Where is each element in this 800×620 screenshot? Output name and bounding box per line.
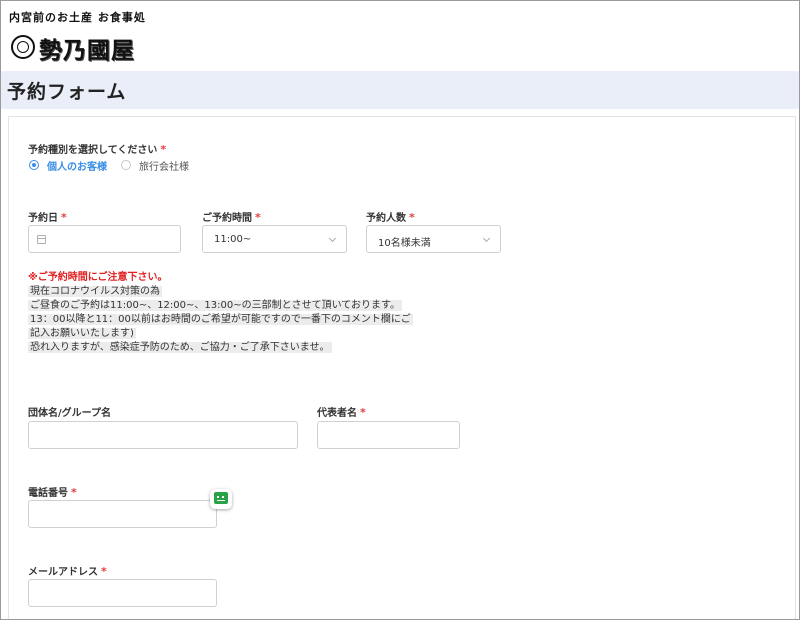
chevron-down-icon bbox=[482, 234, 491, 243]
time-label: ご予約時間 * bbox=[202, 211, 261, 224]
time-select[interactable]: 11:00~ bbox=[202, 225, 347, 253]
email-label: メールアドレス * bbox=[28, 565, 107, 578]
radio-individual[interactable] bbox=[29, 160, 39, 170]
email-input[interactable] bbox=[28, 579, 217, 607]
notice-line: 13：00以降と11：00以前はお時間のご希望が可能ですので一番下のコメント欄に… bbox=[28, 314, 413, 325]
party-size-label: 予約人数 * bbox=[366, 211, 415, 224]
autofill-icon[interactable] bbox=[210, 489, 232, 509]
group-name-input[interactable] bbox=[28, 421, 298, 449]
logo-seal-icon bbox=[11, 35, 35, 59]
page-title: 予約フォーム bbox=[7, 81, 127, 103]
calendar-icon bbox=[37, 235, 46, 244]
logo-shop-name: 勢乃國屋 bbox=[39, 37, 135, 64]
notice-line: 記入お願いいたします) bbox=[28, 328, 136, 339]
notice-line: 現在コロナウイルス対策の為 bbox=[28, 286, 162, 297]
radio-travel-agency-label[interactable]: 旅行会社様 bbox=[139, 158, 189, 173]
time-select-value: 11:00~ bbox=[214, 234, 252, 245]
reservation-type-radio-group: 個人のお客様 旅行会社様 bbox=[29, 158, 189, 173]
chevron-down-icon bbox=[328, 234, 337, 243]
party-size-select[interactable]: 10名様未満 bbox=[366, 225, 501, 253]
notice-line: ご昼食のご予約は11:00~、12:00~、13:00~の三部制とさせて頂いてお… bbox=[28, 300, 402, 311]
radio-individual-label[interactable]: 個人のお客様 bbox=[47, 158, 107, 173]
representative-input[interactable] bbox=[317, 421, 460, 449]
notice-title: ※ご予約時間にご注意下さい。 bbox=[28, 272, 168, 283]
notice-line: 恐れ入りますが、感染症予防のため、ご協力・ご了承下さいませ。 bbox=[28, 342, 332, 353]
reservation-type-label: 予約種別を選択してください * bbox=[28, 143, 167, 156]
shop-logo[interactable]: 内宮前のお土産 お食事処 勢乃國屋 bbox=[9, 7, 149, 65]
date-input[interactable] bbox=[28, 225, 181, 253]
logo-tagline: 内宮前のお土産 お食事処 bbox=[9, 11, 146, 24]
phone-input[interactable] bbox=[28, 500, 217, 528]
reservation-time-notice: ※ご予約時間にご注意下さい。 現在コロナウイルス対策の為 ご昼食のご予約は11:… bbox=[28, 271, 458, 355]
reservation-form bbox=[8, 116, 796, 619]
browser-viewport: 内宮前のお土産 お食事処 勢乃國屋 予約フォーム 予約種別を選択してください * … bbox=[0, 0, 800, 620]
radio-travel-agency[interactable] bbox=[121, 160, 131, 170]
date-label: 予約日 * bbox=[28, 211, 67, 224]
group-name-label: 団体名/グループ名 bbox=[28, 408, 112, 419]
party-size-select-value: 10名様未満 bbox=[378, 238, 431, 249]
title-bar: 予約フォーム bbox=[1, 71, 799, 109]
required-mark: * bbox=[160, 143, 167, 156]
phone-label: 電話番号 * bbox=[28, 486, 77, 499]
representative-label: 代表者名 * bbox=[317, 406, 366, 419]
